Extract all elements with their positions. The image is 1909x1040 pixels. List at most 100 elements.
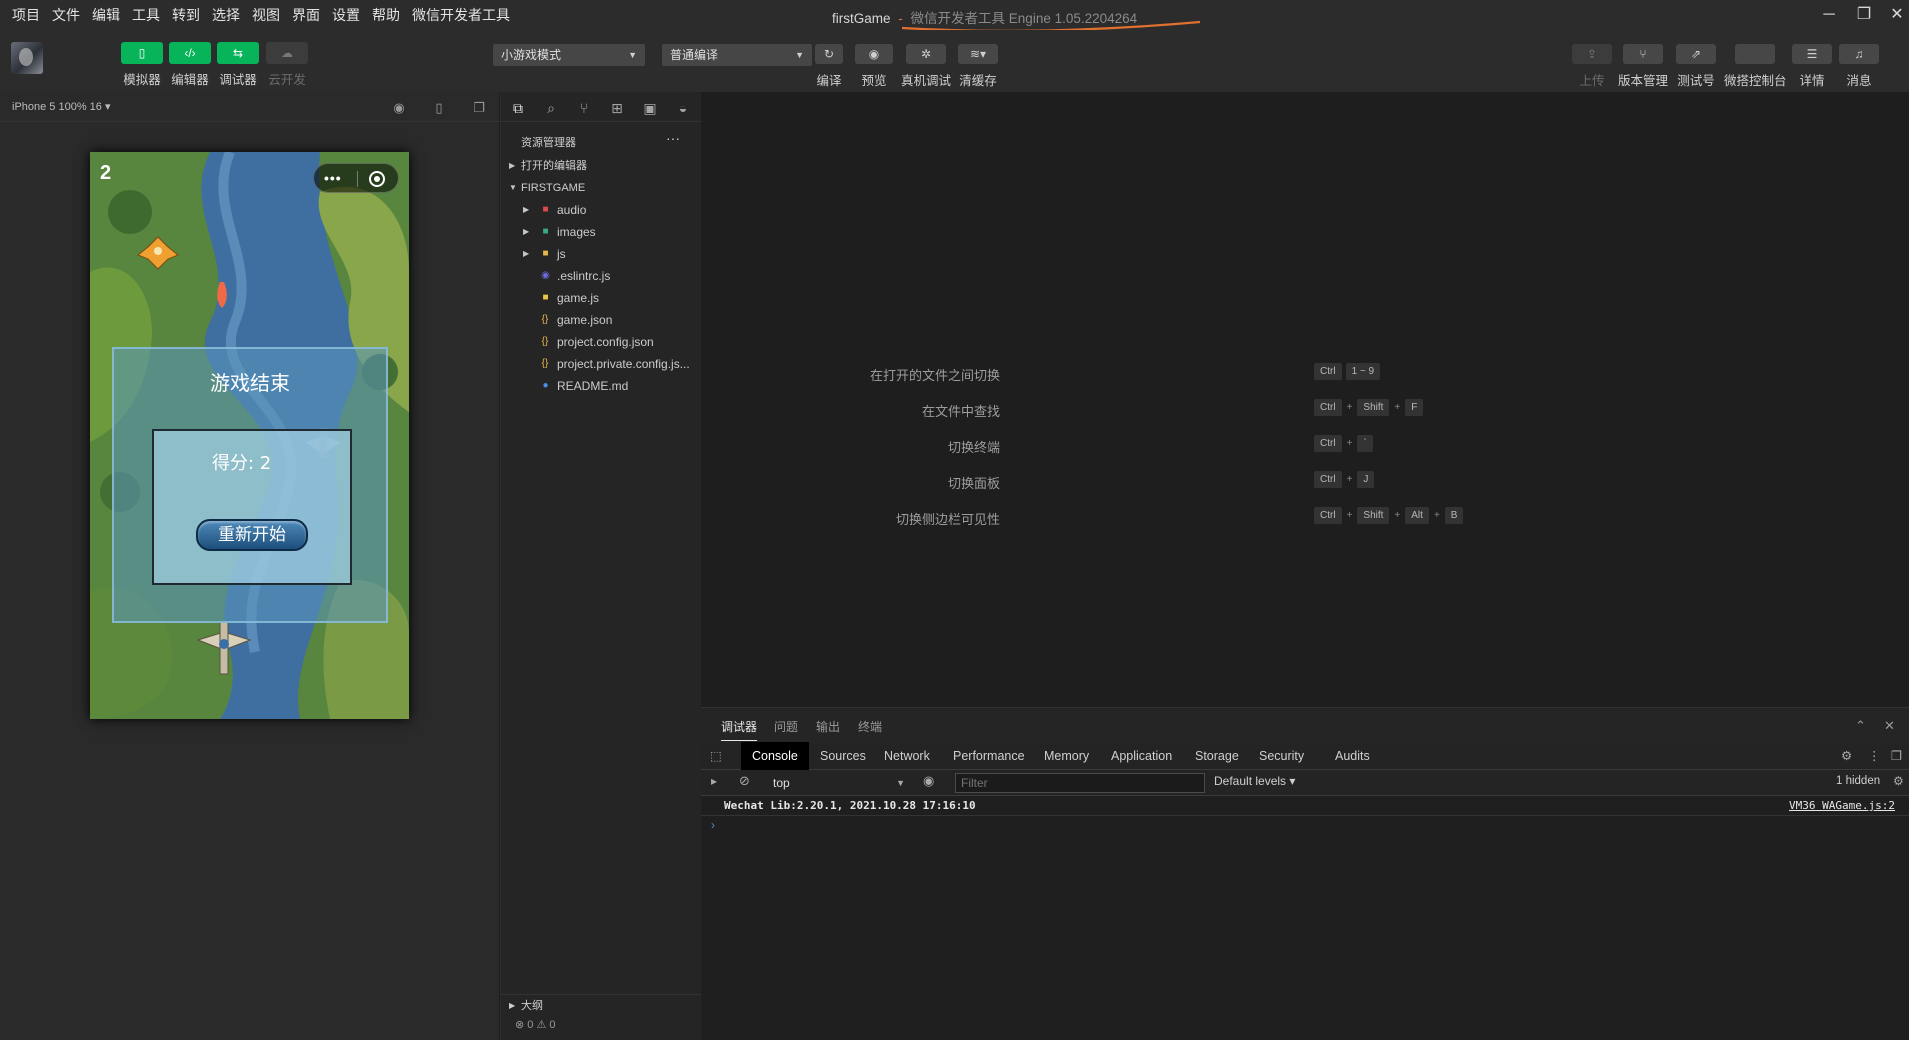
- menu-select[interactable]: 选择: [212, 5, 240, 25]
- extensions-icon[interactable]: ⊞: [608, 99, 626, 117]
- restore-button[interactable]: ❐: [1852, 4, 1876, 26]
- score-counter: 2: [100, 162, 112, 184]
- more-icon[interactable]: •••: [324, 170, 354, 186]
- tab-memory[interactable]: Memory: [1044, 742, 1089, 770]
- docker-icon[interactable]: ◒: [674, 99, 692, 117]
- cloud-console-button[interactable]: 微搭控制台: [1724, 44, 1787, 89]
- more-actions-icon[interactable]: ···: [666, 130, 680, 146]
- debug-icon: ⇆: [217, 42, 259, 64]
- phone-outline-icon[interactable]: ▯: [431, 100, 447, 116]
- key: F: [1405, 399, 1424, 416]
- record-icon[interactable]: ◉: [391, 100, 407, 116]
- editor-button[interactable]: ‹/› 编辑器: [169, 42, 211, 88]
- clear-cache-label: 清缓存: [959, 74, 997, 88]
- simulator-button[interactable]: ▯ 模拟器: [121, 42, 163, 88]
- tree-item-eslintrc[interactable]: ◉ .eslintrc.js: [501, 265, 701, 287]
- tab-console[interactable]: Console: [741, 742, 809, 770]
- menu-capsule[interactable]: •••: [313, 163, 399, 193]
- close-target-icon[interactable]: [369, 171, 385, 187]
- popout-icon[interactable]: ❐: [471, 100, 487, 116]
- menu-tools[interactable]: 工具: [132, 5, 160, 25]
- compile-select[interactable]: 普通编译 ▼: [662, 44, 812, 66]
- tab-debugger[interactable]: 调试器: [721, 718, 758, 741]
- menu-view[interactable]: 视图: [252, 5, 280, 25]
- tab-storage[interactable]: Storage: [1195, 742, 1239, 770]
- shortcut-row: 在打开的文件之间切换 Ctrl 1 ~ 9: [701, 363, 1909, 383]
- tab-output[interactable]: 输出: [816, 718, 840, 735]
- tab-terminal[interactable]: 终端: [858, 718, 882, 735]
- menu-edit[interactable]: 编辑: [92, 5, 120, 25]
- search-icon[interactable]: ⌕: [542, 99, 560, 117]
- clear-console-icon[interactable]: ⊘: [739, 773, 750, 789]
- eye-icon[interactable]: ◉: [923, 773, 934, 789]
- tree-item-audio[interactable]: ▶ ■ audio: [501, 199, 701, 221]
- menu-interface[interactable]: 界面: [292, 5, 320, 25]
- test-account-button[interactable]: ⇗ 测试号: [1676, 44, 1716, 89]
- tree-item-project-private-config[interactable]: {} project.private.config.js...: [501, 353, 701, 375]
- files-icon[interactable]: ⧉: [509, 99, 527, 117]
- restart-button[interactable]: 重新开始: [196, 519, 308, 551]
- messages-button[interactable]: ♫ 消息: [1839, 44, 1879, 89]
- upload-icon: ⇪: [1572, 44, 1612, 64]
- key: `: [1357, 435, 1373, 452]
- debugger-button[interactable]: ⇆ 调试器: [217, 42, 259, 88]
- log-source-link[interactable]: VM36 WAGame.js:2: [1789, 799, 1895, 812]
- details-button[interactable]: ☰ 详情: [1792, 44, 1832, 89]
- tab-sources[interactable]: Sources: [820, 742, 866, 770]
- menu-help[interactable]: 帮助: [372, 5, 400, 25]
- console-prompt[interactable]: ›: [711, 818, 715, 832]
- tab-performance[interactable]: Performance: [953, 742, 1025, 770]
- tree-item-game-json[interactable]: {} game.json: [501, 309, 701, 331]
- tree-item-game-js[interactable]: ■ game.js: [501, 287, 701, 309]
- close-icon[interactable]: ✕: [1884, 718, 1895, 734]
- shortcut-keys: Ctrl + Shift + F: [1312, 399, 1425, 416]
- kebab-icon[interactable]: ⋮: [1868, 742, 1881, 770]
- storage-icon[interactable]: ▣: [641, 99, 659, 117]
- gear-icon[interactable]: ⚙: [1841, 742, 1852, 770]
- menu-wechat-devtools[interactable]: 微信开发者工具: [412, 5, 510, 25]
- log-levels-select[interactable]: Default levels ▾: [1214, 774, 1295, 788]
- tree-item-readme[interactable]: ● README.md: [501, 375, 701, 397]
- menu-settings[interactable]: 设置: [332, 5, 360, 25]
- tab-audits[interactable]: Audits: [1335, 742, 1370, 770]
- filter-input[interactable]: [955, 773, 1205, 793]
- tab-application[interactable]: Application: [1111, 742, 1172, 770]
- key-plus: +: [1394, 402, 1401, 413]
- preview-button[interactable]: ◉ 预览: [855, 44, 893, 89]
- menu-file[interactable]: 文件: [52, 5, 80, 25]
- outline-section[interactable]: ▶ 大纲: [501, 994, 701, 1016]
- phone-screen[interactable]: 2 ••• 游戏结束 得分: 2 重新开始: [90, 152, 409, 719]
- dock-icon[interactable]: ❐: [1891, 742, 1902, 770]
- context-select[interactable]: top ▼: [773, 773, 905, 793]
- open-editors-section[interactable]: ▶ 打开的编辑器: [501, 155, 701, 177]
- tree-item-images[interactable]: ▶ ■ images: [501, 221, 701, 243]
- problems-status[interactable]: ⊗ 0 ⚠ 0: [515, 1018, 555, 1031]
- upload-button[interactable]: ⇪ 上传: [1572, 44, 1612, 89]
- close-button[interactable]: ✕: [1885, 4, 1909, 26]
- clear-cache-button[interactable]: ≋▾ 清缓存: [958, 44, 998, 89]
- mode-select[interactable]: 小游戏模式 ▼: [493, 44, 645, 66]
- sidebar-toggle-icon[interactable]: ▸: [711, 774, 717, 788]
- version-button[interactable]: ⑂ 版本管理: [1618, 44, 1668, 89]
- tab-security[interactable]: Security: [1259, 742, 1304, 770]
- project-section[interactable]: ▼ FIRSTGAME: [501, 177, 701, 199]
- cloud-button[interactable]: ☁ 云开发: [266, 42, 308, 88]
- compile-button[interactable]: ↻ 编译: [815, 44, 843, 89]
- shortcut-label: 切换侧边栏可见性: [895, 512, 1000, 527]
- chevron-up-icon[interactable]: ⌃: [1855, 718, 1866, 734]
- minimize-button[interactable]: ─: [1817, 4, 1841, 26]
- tree-item-label: game.json: [557, 313, 613, 327]
- chevron-right-icon: ▶: [523, 227, 530, 236]
- remote-debug-button[interactable]: ✲ 真机调试: [901, 44, 951, 89]
- device-select[interactable]: iPhone 5 100% 16 ▾: [12, 100, 110, 113]
- menu-goto[interactable]: 转到: [172, 5, 200, 25]
- tree-item-project-config[interactable]: {} project.config.json: [501, 331, 701, 353]
- inspect-icon[interactable]: ⬚: [710, 742, 722, 770]
- tab-network[interactable]: Network: [884, 742, 930, 770]
- menu-project[interactable]: 项目: [12, 5, 40, 25]
- tree-item-js[interactable]: ▶ ■ js: [501, 243, 701, 265]
- avatar[interactable]: [11, 42, 43, 74]
- source-control-icon[interactable]: ⑂: [575, 99, 593, 117]
- tab-problems[interactable]: 问题: [774, 718, 798, 735]
- gear-icon[interactable]: ⚙: [1893, 774, 1904, 788]
